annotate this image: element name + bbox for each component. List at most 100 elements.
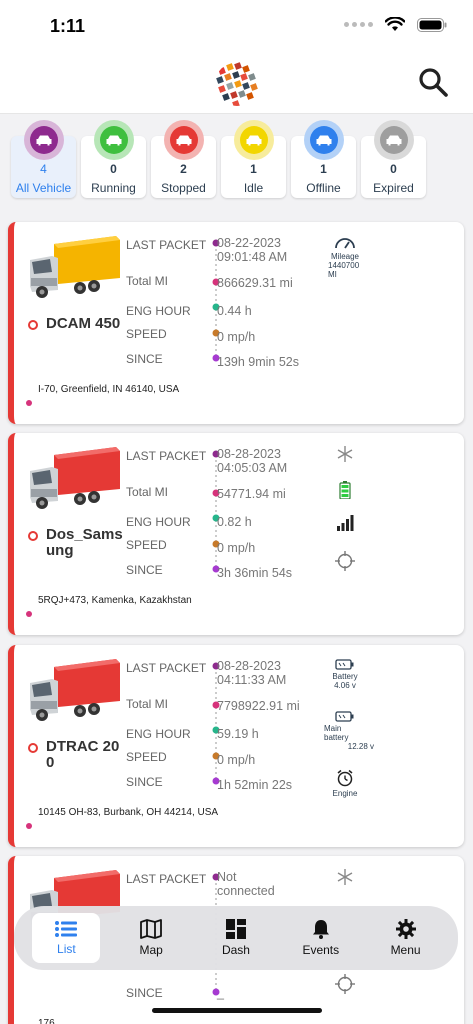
last-packet-time: 09:01:48 AM (217, 250, 288, 264)
label-speed: SPEED (126, 327, 167, 341)
filter-count: 1 (320, 162, 327, 176)
bell-icon (312, 920, 329, 939)
nav-label: Events (302, 943, 340, 957)
filter-label: Stopped (161, 181, 206, 195)
snowflake-icon (337, 446, 353, 462)
battery-level-indicator (324, 481, 366, 501)
car-icon (176, 135, 192, 146)
vehicle-name-row: Dos_Samsung (28, 527, 126, 559)
address-dot (26, 611, 32, 617)
filter-stopped[interactable]: 2 Stopped (151, 120, 216, 198)
dashboard-icon (225, 919, 246, 939)
filter-badge (24, 120, 64, 160)
status-indicator (28, 743, 38, 753)
label-total-mi: Total MI (126, 274, 169, 288)
filter-badge (234, 120, 274, 160)
label-eng-hour: ENG HOUR (126, 727, 191, 741)
filter-badge (164, 120, 204, 160)
filter-label: Offline (306, 181, 341, 195)
ac-indicator (324, 445, 366, 465)
main-battery-icon (335, 711, 354, 722)
filter-badge (374, 120, 414, 160)
since-value: 139h 9min 52s (217, 355, 300, 369)
main-battery-indicator: Main battery 12.28 v (324, 711, 374, 751)
gps-indicator (324, 551, 366, 573)
label-last-packet: LAST PACKET (126, 238, 207, 252)
address-dot (26, 400, 32, 406)
vehicle-name: DTRAC 200 (46, 738, 120, 771)
battery-label: Battery (332, 672, 358, 681)
nav-list[interactable]: List (32, 913, 101, 963)
vehicle-address: 5RQJ+473, Kamenka, Kazakhstan (38, 595, 192, 606)
status-time: 1:11 (50, 16, 86, 36)
car-icon (246, 135, 262, 146)
vehicle-card[interactable]: Dos_Samsung LAST PACKET Total MI ENG HOU… (8, 433, 464, 635)
nav-events[interactable]: Events (287, 913, 355, 963)
filter-offline[interactable]: 1 Offline (291, 120, 356, 198)
vehicle-name: Dos_Samsung (46, 526, 123, 559)
filter-all-vehicle[interactable]: 4 All Vehicle (11, 120, 76, 198)
total-mi-value: 7798922.91 mi (217, 699, 300, 713)
status-indicator (28, 320, 38, 330)
gear-icon (395, 919, 416, 939)
nav-label: List (57, 942, 76, 956)
last-packet-time: connected (217, 884, 275, 898)
filter-count: 1 (250, 162, 257, 176)
label-eng-hour: ENG HOUR (126, 515, 191, 529)
label-last-packet: LAST PACKET (126, 872, 207, 886)
filter-label: All Vehicle (15, 181, 72, 195)
nav-dash[interactable]: Dash (202, 913, 270, 963)
filter-running[interactable]: 0 Running (81, 120, 146, 198)
gps-indicator (324, 974, 366, 996)
nav-label: Map (139, 943, 163, 957)
last-packet-date: 08-22-2023 (217, 236, 281, 250)
last-packet-date: Not (217, 870, 237, 884)
battery-value: 4.06 v (334, 681, 356, 690)
snowflake-icon (337, 869, 353, 885)
battery-full-icon (339, 481, 351, 500)
vehicle-name: DCAM 450 (46, 315, 121, 332)
nav-map[interactable]: Map (117, 913, 185, 963)
mileage-label: Mileage (330, 252, 359, 261)
app-header (0, 52, 473, 114)
last-packet-time: 04:11:33 AM (217, 673, 287, 687)
label-since: SINCE (126, 563, 163, 577)
truck-icon (30, 447, 120, 509)
home-indicator[interactable] (152, 1008, 322, 1013)
filter-expired[interactable]: 0 Expired (361, 120, 426, 198)
vehicle-card[interactable]: DTRAC 200 LAST PACKET Total MI ENG HOUR … (8, 645, 464, 847)
map-icon (140, 919, 163, 939)
vehicle-address: 176 (38, 1018, 55, 1024)
filter-label: Running (91, 181, 136, 195)
total-mi-value: 54771.94 mi (217, 487, 286, 501)
vehicle-name-row: DTRAC 200 (28, 739, 126, 771)
app-logo-globe (215, 62, 259, 106)
vehicle-address: 10145 OH-83, Burbank, OH 44214, USA (38, 807, 219, 818)
filter-idle[interactable]: 1 Idle (221, 120, 286, 198)
label-speed: SPEED (126, 750, 167, 764)
mileage-value: 1440700 MI (328, 261, 360, 279)
car-icon (386, 135, 402, 146)
battery-indicator: Battery 4.06 v (324, 659, 366, 690)
nav-label: Menu (390, 943, 421, 957)
label-since: SINCE (126, 986, 163, 1000)
main-battery-label: Main battery (324, 724, 349, 742)
truck-icon (30, 659, 120, 721)
vehicle-name-row: DCAM 450 (28, 316, 126, 332)
nav-menu[interactable]: Menu (372, 913, 440, 963)
eng-hour-value: 0.82 h (217, 515, 252, 529)
filter-badge (304, 120, 344, 160)
label-last-packet: LAST PACKET (126, 449, 207, 463)
list-icon (55, 921, 78, 937)
engine-label: Engine (332, 789, 358, 798)
ac-indicator (324, 868, 366, 888)
label-total-mi: Total MI (126, 697, 169, 711)
vehicle-card[interactable]: DCAM 450 LAST PACKET Total MI ENG HOUR S… (8, 222, 464, 424)
search-button[interactable] (417, 66, 449, 98)
eng-hour-value: 59.19 h (217, 727, 259, 741)
wifi-icon (385, 17, 405, 31)
status-indicator (28, 531, 38, 541)
filter-count: 0 (110, 162, 117, 176)
speed-value: 0 mp/h (217, 753, 256, 767)
crosshair-icon (335, 551, 355, 571)
